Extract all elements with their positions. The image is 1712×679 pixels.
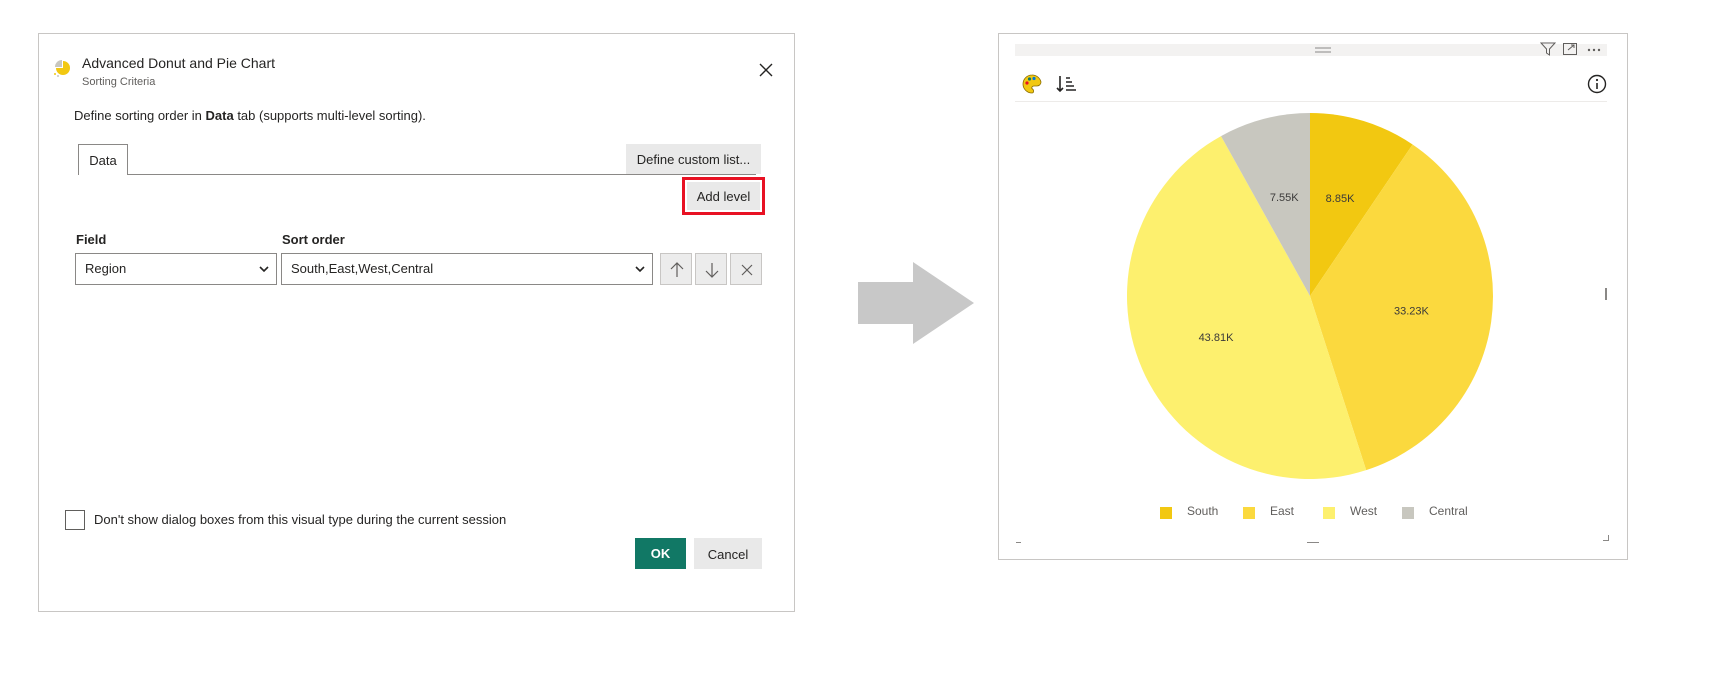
add-level-button[interactable]: Add level bbox=[687, 182, 760, 210]
arrow-down-icon bbox=[705, 263, 719, 278]
description-text: Define sorting order in bbox=[74, 108, 206, 123]
yellow-pie-logo-icon bbox=[54, 60, 70, 77]
delete-level-button[interactable] bbox=[730, 253, 762, 285]
pie-chart-visual: 8.85K 33.23K 43.81K 7.55K South East West Cent… bbox=[998, 33, 1628, 560]
sort-order-select-value: South,East,West,Central bbox=[291, 261, 434, 276]
field-select-value: Region bbox=[85, 261, 127, 276]
dialog-subtitle: Sorting Criteria bbox=[82, 76, 156, 88]
legend-swatch bbox=[1402, 507, 1414, 519]
legend-swatch bbox=[1243, 507, 1255, 519]
field-select[interactable]: Region bbox=[75, 253, 277, 285]
legend-label: West bbox=[1350, 504, 1378, 518]
field-header: Field bbox=[76, 232, 107, 247]
legend-label: South bbox=[1187, 504, 1219, 518]
resize-handle-bottom-right-v bbox=[1608, 535, 1609, 541]
transition-arrow-icon bbox=[858, 262, 974, 344]
dont-show-checkbox-label: Don't show dialog boxes from this visual… bbox=[94, 512, 507, 527]
resize-handle-bottom[interactable] bbox=[1307, 542, 1319, 543]
sorting-dialog: Advanced Donut and Pie Chart Sorting Cri… bbox=[38, 33, 795, 612]
cancel-button[interactable]: Cancel bbox=[694, 538, 762, 569]
delete-icon bbox=[741, 264, 753, 276]
legend-swatch bbox=[1323, 507, 1335, 519]
arrow-up-icon bbox=[670, 262, 684, 277]
chevron-down-icon bbox=[635, 266, 645, 273]
pie-chart: 8.85K 33.23K 43.81K 7.55K bbox=[1127, 113, 1493, 479]
data-label-west: 43.81K bbox=[1199, 332, 1235, 344]
data-label-east: 33.23K bbox=[1394, 305, 1430, 317]
sort-order-header: Sort order bbox=[282, 232, 345, 247]
legend-label: East bbox=[1270, 504, 1295, 518]
data-label-south: 8.85K bbox=[1326, 193, 1355, 205]
chevron-down-icon bbox=[259, 266, 269, 273]
resize-handle-right[interactable] bbox=[1605, 288, 1607, 300]
chart-legend: South East West Central bbox=[999, 504, 1629, 524]
move-down-button[interactable] bbox=[695, 253, 727, 285]
description-text-end: tab (supports multi-level sorting). bbox=[233, 108, 426, 123]
move-up-button[interactable] bbox=[660, 253, 692, 285]
legend-label: Central bbox=[1429, 504, 1468, 518]
close-icon[interactable] bbox=[756, 60, 776, 80]
data-label-central: 7.55K bbox=[1270, 192, 1299, 204]
dont-show-checkbox[interactable] bbox=[65, 510, 85, 530]
legend-swatch bbox=[1160, 507, 1172, 519]
dialog-description: Define sorting order in Data tab (suppor… bbox=[74, 108, 426, 123]
define-custom-list-button[interactable]: Define custom list... bbox=[626, 144, 761, 174]
sort-order-select[interactable]: South,East,West,Central bbox=[281, 253, 653, 285]
description-bold-text: Data bbox=[205, 108, 234, 123]
resize-handle-bottom-left[interactable] bbox=[1016, 542, 1021, 543]
tab-data[interactable]: Data bbox=[78, 144, 128, 175]
dialog-title: Advanced Donut and Pie Chart bbox=[82, 55, 276, 71]
ok-button[interactable]: OK bbox=[635, 538, 686, 569]
